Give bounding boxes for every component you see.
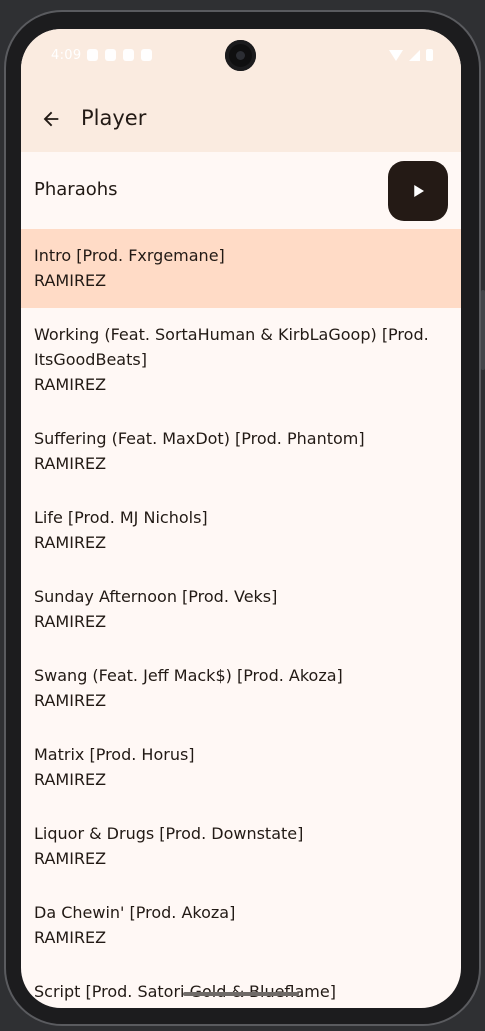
app-notification-icon: [141, 49, 152, 61]
track-row[interactable]: Swang (Feat. Jeff Mack$) [Prod. Akoza] RA…: [21, 649, 461, 728]
arrow-back-icon: [43, 111, 59, 127]
battery-icon: [426, 49, 433, 61]
track-title: Matrix [Prod. Horus]: [34, 745, 195, 764]
track-artist: RAMIREZ: [34, 691, 107, 710]
track-row[interactable]: Intro [Prod. Fxrgemane] RAMIREZ: [21, 229, 461, 308]
system-icons: [389, 49, 433, 61]
front-camera: [225, 40, 256, 71]
track-artist: RAMIREZ: [34, 849, 107, 868]
phone-frame: 4:09 Player Pharaohs Intro [Prod. Fxrgem…: [0, 0, 485, 1031]
track-artist: RAMIREZ: [34, 271, 107, 290]
status-time: 4:09: [51, 48, 82, 63]
play-button[interactable]: [388, 161, 448, 221]
track-artist: RAMIREZ: [34, 454, 107, 473]
play-icon: [414, 185, 424, 197]
track-artist: RAMIREZ: [34, 928, 107, 947]
track-artist: RAMIREZ: [34, 375, 107, 394]
track-row[interactable]: Suffering (Feat. MaxDot) [Prod. Phantom]…: [21, 412, 461, 491]
sd-card-icon: [123, 49, 134, 61]
track-row[interactable]: Life [Prod. MJ Nichols] RAMIREZ: [21, 491, 461, 570]
screen: 4:09 Player Pharaohs Intro [Prod. Fxrgem…: [21, 29, 461, 1008]
track-title: Liquor & Drugs [Prod. Downstate]: [34, 824, 304, 843]
track-artist: RAMIREZ: [34, 612, 107, 631]
track-row[interactable]: Sunday Afternoon [Prod. Veks] RAMIREZ: [21, 570, 461, 649]
album-title: Pharaohs: [34, 179, 118, 200]
track-title: Swang (Feat. Jeff Mack$) [Prod. Akoza]: [34, 666, 343, 685]
track-artist: RAMIREZ: [34, 770, 107, 789]
track-row[interactable]: Liquor & Drugs [Prod. Downstate] RAMIREZ: [21, 807, 461, 886]
power-button: [481, 290, 485, 370]
shield-icon: [87, 49, 98, 61]
track-list: Intro [Prod. Fxrgemane] RAMIREZ Working (F…: [21, 229, 461, 1008]
notification-icons: [87, 49, 152, 61]
track-title: Intro [Prod. Fxrgemane]: [34, 246, 225, 265]
wifi-icon: [389, 49, 403, 61]
top-app-bar: Player: [21, 89, 461, 152]
back-button[interactable]: [35, 103, 67, 135]
gesture-navigation-bar[interactable]: [183, 992, 299, 996]
status-bar: 4:09: [21, 29, 461, 89]
track-title: Suffering (Feat. MaxDot) [Prod. Phantom]: [34, 429, 365, 448]
track-title: Sunday Afternoon [Prod. Veks]: [34, 587, 278, 606]
track-title: Da Chewin' [Prod. Akoza]: [34, 903, 236, 922]
security-icon: [105, 49, 116, 61]
track-title: Life [Prod. MJ Nichols]: [34, 508, 208, 527]
track-title: Working (Feat. SortaHuman & KirbLaGoop) …: [34, 325, 429, 369]
track-row[interactable]: Script [Prod. Satori Gold & Blueflame]: [21, 965, 461, 1008]
album-header: Pharaohs: [21, 152, 461, 229]
signal-icon: [409, 49, 420, 61]
page-title: Player: [81, 106, 147, 130]
track-row[interactable]: Matrix [Prod. Horus] RAMIREZ: [21, 728, 461, 807]
track-row[interactable]: Da Chewin' [Prod. Akoza] RAMIREZ: [21, 886, 461, 965]
track-row[interactable]: Working (Feat. SortaHuman & KirbLaGoop) …: [21, 308, 461, 412]
track-artist: RAMIREZ: [34, 533, 107, 552]
